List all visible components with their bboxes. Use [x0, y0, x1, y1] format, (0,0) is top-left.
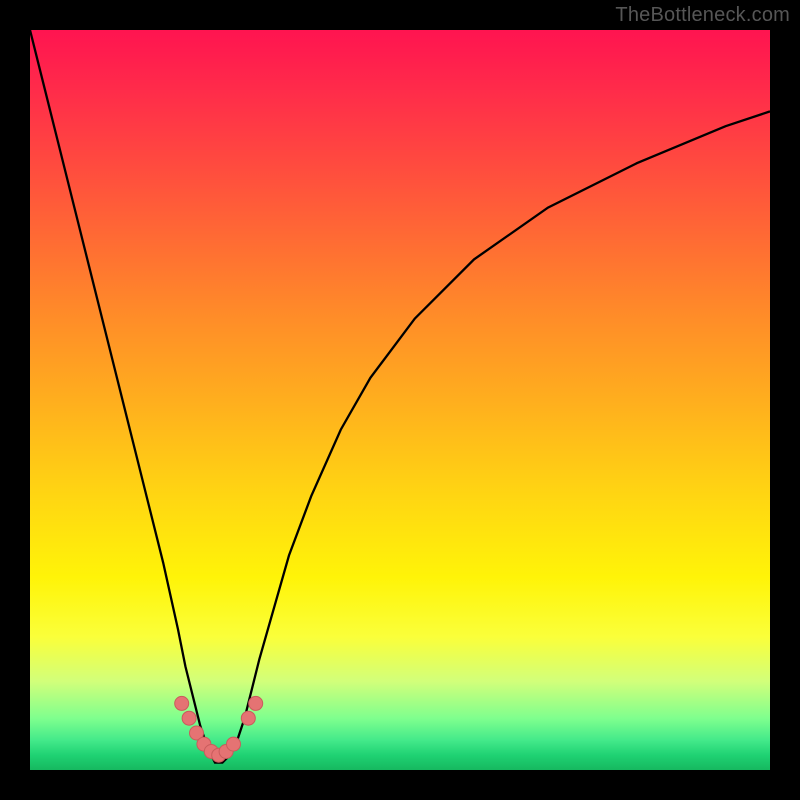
chart-svg: [30, 30, 770, 770]
bottom-dots-group: [175, 696, 263, 762]
marker-dot: [227, 737, 241, 751]
watermark-text: TheBottleneck.com: [615, 4, 790, 27]
marker-dot: [182, 711, 196, 725]
chart-frame: TheBottleneck.com: [0, 0, 800, 800]
marker-dot: [249, 696, 263, 710]
marker-dot: [175, 696, 189, 710]
marker-dot: [241, 711, 255, 725]
chart-plot-area: [30, 30, 770, 770]
bottleneck-curve-path: [30, 30, 770, 763]
